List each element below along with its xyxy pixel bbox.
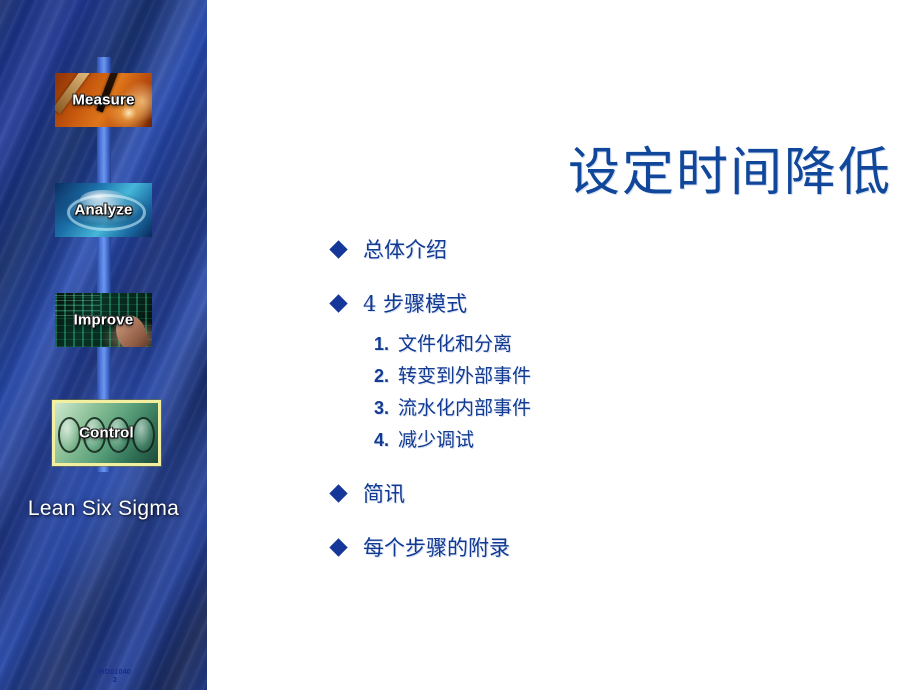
phase-tile-analyze[interactable]: Analyze xyxy=(55,183,152,237)
footer-page-number: 2 xyxy=(112,675,118,684)
step-label: 流水化内部事件 xyxy=(398,397,532,419)
phase-label-analyze: Analyze xyxy=(74,201,133,219)
outline-bullet-4-label: 每个步骤的附录 xyxy=(363,536,510,560)
phase-tile-improve[interactable]: Improve xyxy=(55,293,152,347)
page-title: 设定时间降低 xyxy=(567,143,892,203)
step-label: 转变到外部事件 xyxy=(398,365,532,387)
phase-tile-measure[interactable]: Measure xyxy=(55,73,152,127)
sidebar: Measure Analyze Improve Control Lean Six… xyxy=(0,0,207,690)
outline-bullet-1-label: 总体介绍 xyxy=(363,238,447,262)
step-label: 减少调试 xyxy=(398,429,475,451)
outline-bullet-3: 简讯 xyxy=(329,480,892,508)
footer-document-code: RD01040 2 xyxy=(85,668,145,684)
brand-label: Lean Six Sigma xyxy=(27,497,180,520)
outline-bullet-3-label: 简讯 xyxy=(363,482,405,506)
step-label: 文件化和分离 xyxy=(398,333,513,355)
diamond-bullet-icon xyxy=(329,240,348,259)
step-number: 2. xyxy=(374,366,390,386)
diamond-bullet-icon xyxy=(329,484,348,503)
phase-tile-control[interactable]: Control xyxy=(52,400,161,466)
slide: Measure Analyze Improve Control Lean Six… xyxy=(0,0,920,690)
outline-list: 总体介绍 4 步骤模式 1. 文件化和分离 2. 转变到外部事件 3. 流水化内… xyxy=(329,236,892,588)
phase-label-control: Control xyxy=(79,424,134,442)
step-number: 1. xyxy=(374,334,390,354)
phase-label-measure: Measure xyxy=(72,91,135,109)
outline-bullet-2-label: 4 步骤模式 xyxy=(363,292,468,316)
step-number: 4. xyxy=(374,430,390,450)
list-item: 2. 转变到外部事件 xyxy=(332,360,892,392)
outline-bullet-4: 每个步骤的附录 xyxy=(329,534,892,562)
slide-content: 设定时间降低 总体介绍 4 步骤模式 1. 文件化和分离 2. 转变到外部事件 xyxy=(207,0,920,690)
diamond-bullet-icon xyxy=(329,538,348,557)
list-item: 4. 减少调试 xyxy=(332,424,892,456)
step-number: 3. xyxy=(374,398,390,418)
outline-bullet-1: 总体介绍 xyxy=(329,236,892,264)
list-item: 3. 流水化内部事件 xyxy=(332,392,892,424)
list-item: 1. 文件化和分离 xyxy=(332,328,892,360)
outline-step-list: 1. 文件化和分离 2. 转变到外部事件 3. 流水化内部事件 4. 减少调试 xyxy=(332,328,892,456)
diamond-bullet-icon xyxy=(329,294,348,313)
phase-label-improve: Improve xyxy=(73,311,134,329)
outline-bullet-2: 4 步骤模式 xyxy=(329,290,892,318)
